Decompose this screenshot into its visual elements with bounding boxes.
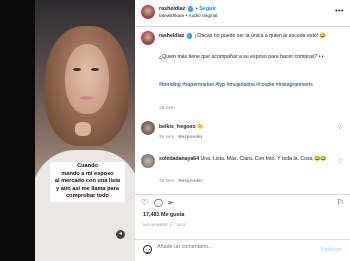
reply-button[interactable]: Responder (178, 134, 202, 139)
video-text-overlay: Cuando mando a mi esposo al mercado con … (50, 162, 125, 202)
commenter-username[interactable]: belkis_fregoso (159, 124, 196, 130)
like-count[interactable]: 17,481 Me gusta (143, 212, 184, 218)
share-icon[interactable]: ➢ (167, 198, 174, 207)
left-gutter (0, 0, 35, 261)
video-subject-lips (79, 96, 93, 100)
verified-badge-icon: ✓ (186, 33, 193, 39)
author-line: rasheldiaz ✓ • Seguir (159, 6, 216, 12)
video-subject-hand (75, 122, 91, 136)
video-text-line: Cuando (77, 163, 98, 169)
emoji-icon[interactable] (143, 245, 152, 254)
follow-button[interactable]: Seguir (199, 6, 216, 12)
video-text-line: mando a mi esposo (61, 170, 114, 177)
comment-text: belkis_fregoso 👏 (159, 124, 204, 130)
comment-bar: Publicar (135, 240, 350, 261)
caption-username[interactable]: rasheldiaz (159, 33, 184, 39)
reply-button[interactable]: Responder (178, 178, 202, 183)
like-comment-heart-icon[interactable]: ♡ (338, 124, 343, 131)
action-bar: ♡ ◯ ➢ ⚐ (141, 198, 346, 208)
verified-badge-icon: ✓ (187, 6, 194, 12)
commenter-avatar[interactable] (141, 121, 155, 135)
video-text-line: al mercado con una lista (54, 178, 121, 185)
author-username[interactable]: rasheldiaz (159, 6, 185, 12)
caption-hashtags[interactable]: #trending #supermarket #fyp #mujerlatina… (159, 82, 334, 89)
bookmark-icon[interactable]: ⚐ (337, 198, 344, 207)
comment-body: 👏 (197, 124, 204, 130)
more-options-icon[interactable]: ••• (335, 8, 344, 15)
video-subject-face (65, 44, 109, 114)
video-subject-eye (91, 68, 99, 71)
comment-text: soledadanaya64 Una. Lista. Más. Clara. C… (159, 156, 331, 163)
commenter-avatar[interactable] (141, 154, 155, 168)
reel-video[interactable]: Cuando mando a mi esposo al mercado con … (35, 0, 135, 261)
like-comment-heart-icon[interactable]: ♡ (338, 158, 343, 165)
separator: • (195, 6, 198, 13)
caption-text: rasheldiaz ✓ ¡Chicas no puedo ser la úni… (159, 33, 339, 40)
author-avatar[interactable] (141, 31, 155, 45)
author-avatar[interactable] (141, 5, 155, 19)
comment-icon[interactable]: ◯ (154, 198, 163, 207)
commenter-username[interactable]: soledadanaya64 (159, 156, 199, 162)
audio-credit[interactable]: latewithkate • Audio original (159, 14, 217, 19)
comment-time: 32 sem (159, 178, 175, 183)
post-panel: rasheldiaz ✓ • Seguir latewithkate • Aud… (135, 0, 350, 261)
caption-question: ¿Quién más tiene que acompañar a su espo… (159, 54, 326, 60)
comment-time: 35 sem (159, 134, 175, 139)
video-subject-eye (73, 68, 81, 71)
actions-divider (135, 194, 350, 195)
publish-button[interactable]: Publicar (321, 247, 342, 253)
comment-meta: 35 sem Responder (159, 134, 202, 139)
caption-body: ¡Chicas no puedo ser la única a quien le… (194, 33, 327, 40)
like-heart-icon[interactable]: ♡ (141, 198, 148, 207)
comment-body: Una. Lista. Más. Clara. Con foto. Y toda… (200, 156, 327, 162)
header-divider (135, 26, 350, 27)
video-text-line: y aún así me llama para (56, 185, 119, 192)
comment-meta: 32 sem Responder (159, 178, 202, 183)
post-date: NOVIEMBRE 17, 2021 (143, 222, 187, 227)
comment-input[interactable] (157, 244, 317, 250)
caption-time: 35 sem (159, 106, 175, 111)
video-text-line: comprobar todo (66, 193, 109, 200)
audio-toggle-icon[interactable]: ◂ (116, 230, 125, 239)
